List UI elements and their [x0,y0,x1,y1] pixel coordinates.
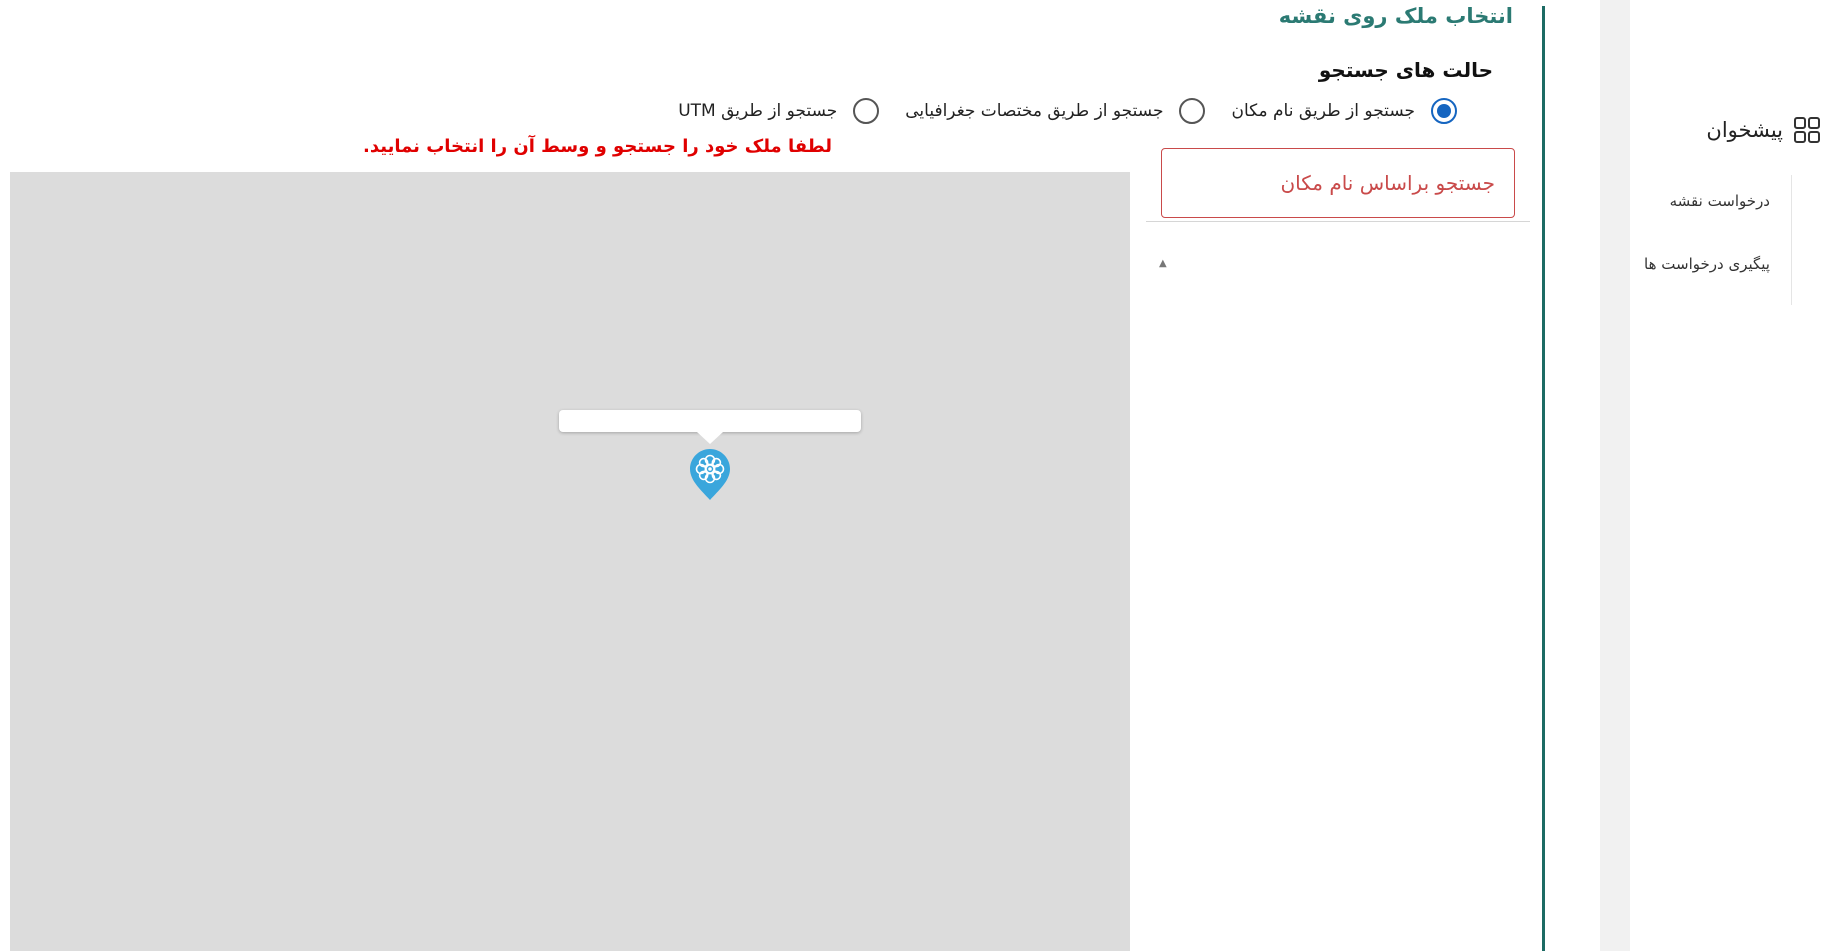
nav-item-map-request[interactable]: درخواست نقشه [1622,192,1791,210]
page: پیشخوان درخواست نقشه پیگیری درخواست ها ا… [0,0,1827,951]
radio-circle[interactable] [1431,98,1457,124]
radio-selected-dot [1437,104,1451,118]
map-popup [559,410,861,432]
radio-search-by-utm[interactable]: جستجو از طریق UTM [678,98,880,124]
sidebar-gutter [1600,0,1630,951]
page-title: انتخاب ملک روی نقشه [1278,4,1513,28]
radio-circle[interactable] [853,98,880,124]
radio-label: جستجو از طریق UTM [678,101,838,121]
nav-sidebar: پیشخوان درخواست نقشه پیگیری درخواست ها [1630,0,1827,951]
radio-label: جستجو از طریق مختصات جغرافیایی [905,101,1164,121]
radio-circle[interactable] [1179,98,1206,124]
map-popup-tip [697,432,723,444]
radio-label: جستجو از طریق نام مکان [1231,101,1415,121]
search-modes-heading: حالت های جستجو [1318,58,1493,82]
search-divider [1146,221,1530,222]
content-border [1542,6,1545,951]
nav-list: درخواست نقشه پیگیری درخواست ها [1622,175,1792,305]
error-message: لطفا ملک خود را جستجو و وسط آن را انتخاب… [363,136,832,157]
nav-item-track-requests[interactable]: پیگیری درخواست ها [1622,255,1791,273]
results-caret-icon: ▲ [1159,258,1167,269]
radio-search-by-place-name[interactable]: جستجو از طریق نام مکان [1231,98,1457,124]
place-search-input[interactable] [1162,171,1495,195]
dashboard-label: پیشخوان [1706,118,1783,142]
search-mode-radio-group: جستجو از طریق نام مکان جستجو از طریق مخت… [652,98,1457,124]
location-pin-graphic [690,449,730,500]
radio-search-by-coordinates[interactable]: جستجو از طریق مختصات جغرافیایی [905,98,1206,124]
map-canvas[interactable] [10,172,1130,951]
place-search-box [1161,148,1515,218]
grid-icon [1794,117,1820,143]
location-pin-icon[interactable] [688,447,732,501]
dashboard-nav-header[interactable]: پیشخوان [1706,116,1821,144]
